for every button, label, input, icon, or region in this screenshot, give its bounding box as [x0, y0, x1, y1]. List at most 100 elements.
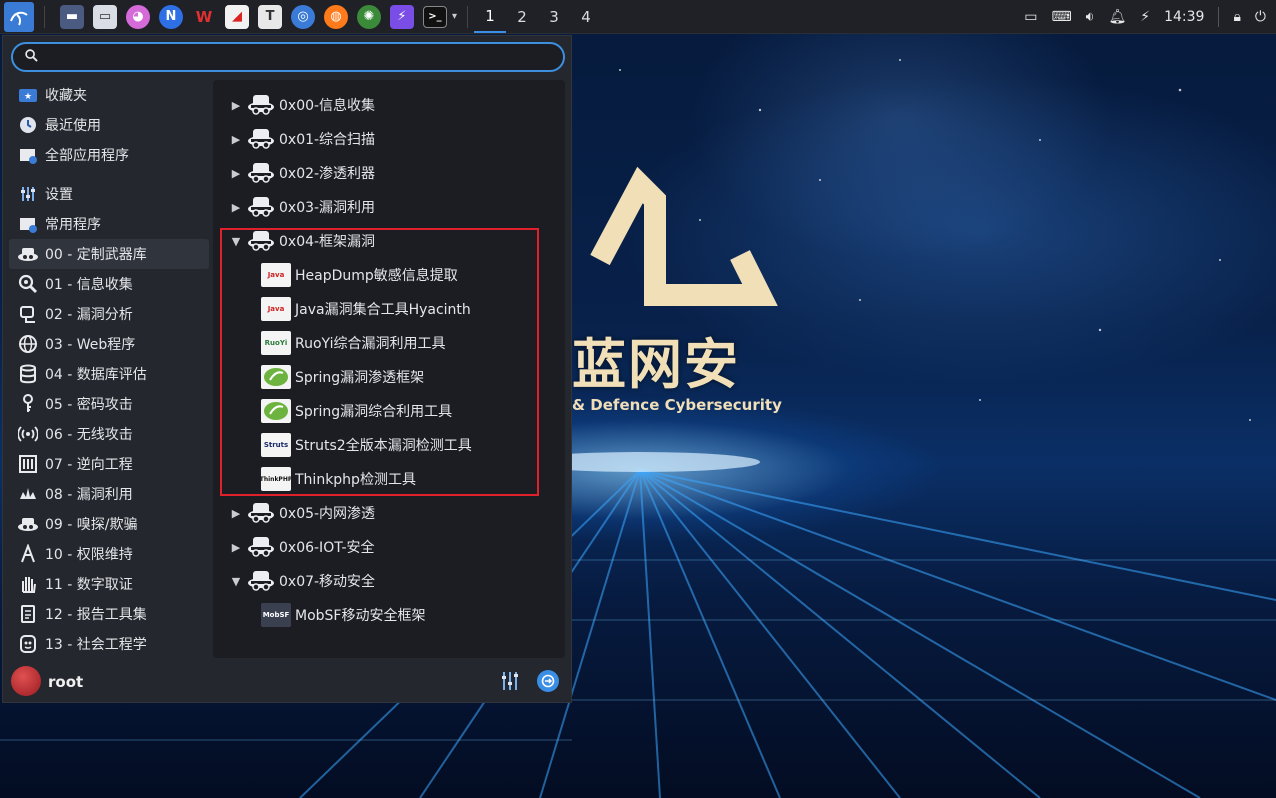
- workspace-2[interactable]: 2: [506, 0, 538, 33]
- notion-icon[interactable]: N: [159, 4, 183, 29]
- category-forensics[interactable]: 11 - 数字取证: [9, 569, 209, 599]
- typora-icon[interactable]: T: [258, 4, 282, 29]
- settings-manager-icon[interactable]: [499, 670, 521, 692]
- power-menu-icon[interactable]: ⏻: [1255, 9, 1266, 25]
- category-settings[interactable]: 设置: [9, 179, 209, 209]
- expand-arrow-icon[interactable]: ▶: [227, 167, 245, 180]
- category-label: 收藏夹: [45, 88, 87, 104]
- logo-mark: [590, 166, 778, 306]
- web-icon: [17, 333, 39, 355]
- category-label: 11 - 数字取证: [45, 577, 133, 593]
- desktop-icon[interactable]: ▬: [60, 4, 84, 29]
- clock[interactable]: 14:39: [1164, 9, 1204, 25]
- workspace-1[interactable]: 1: [474, 0, 507, 33]
- app-label: Thinkphp检测工具: [295, 472, 416, 488]
- hacker-hat-icon: [248, 95, 274, 115]
- wps-icon[interactable]: W: [192, 5, 216, 29]
- category-sniff[interactable]: 09 - 嗅探/欺骗: [9, 509, 209, 539]
- notification-bell-icon[interactable]: 🔔︎: [1108, 9, 1126, 25]
- category-info-gathering[interactable]: 01 - 信息收集: [9, 269, 209, 299]
- category-favorites[interactable]: ★ 收藏夹: [9, 80, 209, 110]
- folder-0x04[interactable]: ▼ 0x04-框架漏洞: [213, 224, 375, 258]
- folder-0x02[interactable]: ▶ 0x02-渗透利器: [213, 156, 375, 190]
- file-manager-icon[interactable]: ▭: [93, 4, 117, 29]
- app-item-thinkphp[interactable]: ThinkPHP Thinkphp检测工具: [261, 462, 416, 496]
- struts-icon: Struts: [261, 433, 291, 457]
- lock-icon[interactable]: 🔒︎: [1233, 9, 1240, 25]
- kali-menu-icon[interactable]: [4, 1, 34, 32]
- search-input[interactable]: [47, 47, 551, 69]
- category-password[interactable]: 05 - 密码攻击: [9, 389, 209, 419]
- username: root: [48, 673, 84, 691]
- folder-label: 0x01-综合扫描: [279, 132, 376, 148]
- key-icon: [17, 393, 39, 415]
- expand-arrow-icon[interactable]: ▶: [227, 99, 245, 112]
- burp-icon[interactable]: ✺: [357, 4, 381, 29]
- category-vuln-analysis[interactable]: 02 - 漏洞分析: [9, 299, 209, 329]
- keyboard-icon[interactable]: ⌨: [1051, 9, 1071, 25]
- category-label: 06 - 无线攻击: [45, 427, 133, 443]
- collapse-arrow-icon[interactable]: ▼: [227, 235, 245, 248]
- logout-icon[interactable]: [537, 670, 559, 692]
- flash-icon[interactable]: ⚡: [390, 4, 414, 29]
- app-label: HeapDump敏感信息提取: [295, 268, 458, 284]
- vuln-analysis-icon: [17, 303, 39, 325]
- category-recent[interactable]: 最近使用: [9, 110, 209, 140]
- category-wireless[interactable]: 06 - 无线攻击: [9, 419, 209, 449]
- category-all-apps[interactable]: 全部应用程序: [9, 140, 209, 170]
- terminal-dropdown-icon[interactable]: ▾: [452, 11, 457, 22]
- spring-icon: [261, 365, 291, 389]
- folder-0x01[interactable]: ▶ 0x01-综合扫描: [213, 122, 375, 156]
- app-item-spring-framework[interactable]: Spring漏洞渗透框架: [261, 360, 424, 394]
- app-item-spring-exploit[interactable]: Spring漏洞综合利用工具: [261, 394, 452, 428]
- collapse-arrow-icon[interactable]: ▼: [227, 575, 245, 588]
- wallpaper-subtitle: & Defence Cybersecurity: [572, 396, 782, 414]
- folder-label: 0x04-框架漏洞: [279, 234, 376, 250]
- ruoyi-icon: RuoYi: [261, 331, 291, 355]
- expand-arrow-icon[interactable]: ▶: [227, 541, 245, 554]
- category-web[interactable]: 03 - Web程序: [9, 329, 209, 359]
- volume-icon[interactable]: 🔉︎: [1086, 9, 1095, 25]
- app-item-mobsf[interactable]: MobSF MobSF移动安全框架: [261, 598, 425, 632]
- workspace-3[interactable]: 3: [538, 0, 570, 33]
- app-label: Struts2全版本漏洞检测工具: [295, 438, 472, 454]
- app-item-hyacinth[interactable]: Java Java漏洞集合工具Hyacinth: [261, 292, 471, 326]
- category-social[interactable]: 13 - 社会工程学: [9, 629, 209, 659]
- search-box[interactable]: [11, 42, 565, 72]
- panel-separator: [467, 5, 469, 28]
- category-reverse[interactable]: 07 - 逆向工程: [9, 449, 209, 479]
- folder-0x06[interactable]: ▶ 0x06-IOT-安全: [213, 530, 375, 564]
- category-exploit[interactable]: 08 - 漏洞利用: [9, 479, 209, 509]
- monitor-icon[interactable]: ▭: [1024, 9, 1037, 25]
- category-arsenal[interactable]: 00 - 定制武器库: [9, 239, 209, 269]
- category-label: 全部应用程序: [45, 148, 129, 164]
- avatar[interactable]: [11, 666, 41, 696]
- category-label: 13 - 社会工程学: [45, 637, 147, 653]
- hacker-hat-icon: [248, 197, 274, 217]
- workspace-4[interactable]: 4: [570, 0, 602, 33]
- expand-arrow-icon[interactable]: ▶: [227, 201, 245, 214]
- category-report[interactable]: 12 - 报告工具集: [9, 599, 209, 629]
- folder-0x00[interactable]: ▶ 0x00-信息收集: [213, 88, 375, 122]
- category-database[interactable]: 04 - 数据库评估: [9, 359, 209, 389]
- app-label: Java漏洞集合工具Hyacinth: [295, 302, 471, 318]
- pdf-icon[interactable]: ◢: [225, 4, 249, 29]
- terminal-icon[interactable]: >_: [423, 5, 447, 28]
- folder-0x07[interactable]: ▼ 0x07-移动安全: [213, 564, 375, 598]
- forensics-icon: [17, 573, 39, 595]
- expand-arrow-icon[interactable]: ▶: [227, 507, 245, 520]
- app-item-struts2[interactable]: Struts Struts2全版本漏洞检测工具: [261, 428, 472, 462]
- expand-arrow-icon[interactable]: ▶: [227, 133, 245, 146]
- chromium-icon[interactable]: ◎: [291, 4, 315, 29]
- power-icon[interactable]: ⚡: [1140, 9, 1150, 25]
- category-common-apps[interactable]: 常用程序: [9, 209, 209, 239]
- category-persistence[interactable]: 10 - 权限维持: [9, 539, 209, 569]
- firefox-icon[interactable]: ◍: [324, 4, 348, 29]
- app-item-ruoyi[interactable]: RuoYi RuoYi综合漏洞利用工具: [261, 326, 445, 360]
- folder-0x05[interactable]: ▶ 0x05-内网渗透: [213, 496, 375, 530]
- folder-0x03[interactable]: ▶ 0x03-漏洞利用: [213, 190, 375, 224]
- settings-icon: [17, 183, 39, 205]
- app-item-heapdump[interactable]: Java HeapDump敏感信息提取: [261, 258, 458, 292]
- mobsf-icon: MobSF: [261, 603, 291, 627]
- cat-app-icon[interactable]: ◕: [126, 4, 150, 29]
